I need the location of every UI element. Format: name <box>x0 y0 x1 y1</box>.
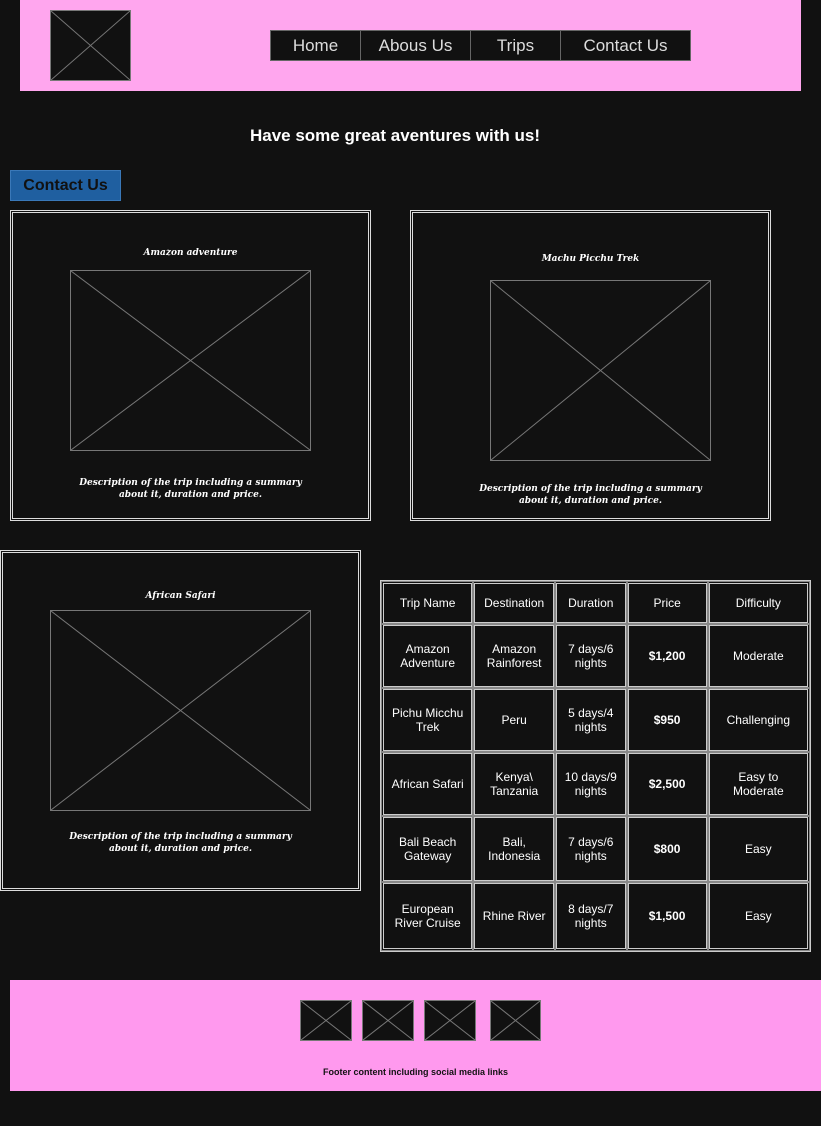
table-cell: Amazon Adventure <box>380 623 475 689</box>
trip-card-description: Description of the trip including a summ… <box>69 832 292 854</box>
table-header-cell: Duration <box>553 581 628 625</box>
trip-card-african-safari[interactable]: African Safari Description of the trip i… <box>0 550 361 891</box>
trip-card-description: Description of the trip including a summ… <box>479 484 702 506</box>
trip-image-placeholder <box>70 270 311 451</box>
table-cell: Moderate <box>706 623 811 689</box>
table-header-cell: Difficulty <box>706 581 811 625</box>
table-cell: 8 days/7 nights <box>553 881 628 951</box>
table-row: European River Cruise Rhine River 8 days… <box>380 881 811 951</box>
site-footer: Footer content including social media li… <box>10 980 821 1091</box>
trip-card-machu-picchu[interactable]: Machu Picchu Trek Description of the tri… <box>410 210 771 521</box>
table-cell: 7 days/6 nights <box>553 623 628 689</box>
table-cell: 7 days/6 nights <box>553 815 628 883</box>
table-cell: Kenya\ Tanzania <box>472 751 556 817</box>
table-cell: 5 days/4 nights <box>553 687 628 753</box>
nav-about-us[interactable]: Abous Us <box>361 31 471 60</box>
table-cell: Peru <box>472 687 556 753</box>
trip-card-title: African Safari <box>145 591 216 601</box>
table-cell: Pichu Micchu Trek <box>380 687 475 753</box>
nav-trips[interactable]: Trips <box>471 31 561 60</box>
table-cell: 10 days/9 nights <box>553 751 628 817</box>
site-header: Home Abous Us Trips Contact Us <box>20 0 801 91</box>
table-header-row: Trip Name Destination Duration Price Dif… <box>380 581 811 625</box>
table-cell: Amazon Rainforest <box>472 623 556 689</box>
nav-contact-us[interactable]: Contact Us <box>561 31 690 60</box>
table-cell: Bali, Indonesia <box>472 815 556 883</box>
main-nav: Home Abous Us Trips Contact Us <box>270 30 691 61</box>
table-cell: Easy to Moderate <box>706 751 811 817</box>
trip-card-title: Machu Picchu Trek <box>541 254 640 264</box>
table-cell: Bali Beach Gateway <box>380 815 475 883</box>
logo-image-placeholder[interactable] <box>50 10 131 81</box>
table-cell: African Safari <box>380 751 475 817</box>
table-cell: $2,500 <box>625 751 709 817</box>
table-row: African Safari Kenya\ Tanzania 10 days/9… <box>380 751 811 817</box>
table-cell: $1,200 <box>625 623 709 689</box>
table-cell: $800 <box>625 815 709 883</box>
trip-image-placeholder <box>50 610 311 811</box>
social-media-icon[interactable] <box>490 1000 541 1041</box>
trip-card-title: Amazon adventure <box>143 248 238 258</box>
nav-home[interactable]: Home <box>271 31 361 60</box>
table-cell: Easy <box>706 815 811 883</box>
table-cell: Challenging <box>706 687 811 753</box>
table-header-cell: Destination <box>472 581 556 625</box>
page-headline: Have some great aventures with us! <box>249 126 541 145</box>
trips-table: Trip Name Destination Duration Price Dif… <box>380 580 811 952</box>
table-cell: $950 <box>625 687 709 753</box>
table-header-cell: Price <box>625 581 709 625</box>
table-cell: Easy <box>706 881 811 951</box>
table-header-cell: Trip Name <box>380 581 475 625</box>
table-row: Amazon Adventure Amazon Rainforest 7 day… <box>380 623 811 689</box>
table-cell: $1,500 <box>625 881 709 951</box>
social-media-icon[interactable] <box>300 1000 352 1041</box>
social-media-icon[interactable] <box>362 1000 414 1041</box>
social-media-icon[interactable] <box>424 1000 476 1041</box>
footer-text: Footer content including social media li… <box>322 1067 509 1077</box>
contact-us-button[interactable]: Contact Us <box>10 170 121 201</box>
table-cell: European River Cruise <box>380 881 475 951</box>
trip-card-amazon[interactable]: Amazon adventure Description of the trip… <box>10 210 371 521</box>
trip-image-placeholder <box>490 280 711 461</box>
table-cell: Rhine River <box>472 881 556 951</box>
trip-card-description: Description of the trip including a summ… <box>79 478 302 500</box>
table-row: Bali Beach Gateway Bali, Indonesia 7 day… <box>380 815 811 883</box>
table-row: Pichu Micchu Trek Peru 5 days/4 nights $… <box>380 687 811 753</box>
